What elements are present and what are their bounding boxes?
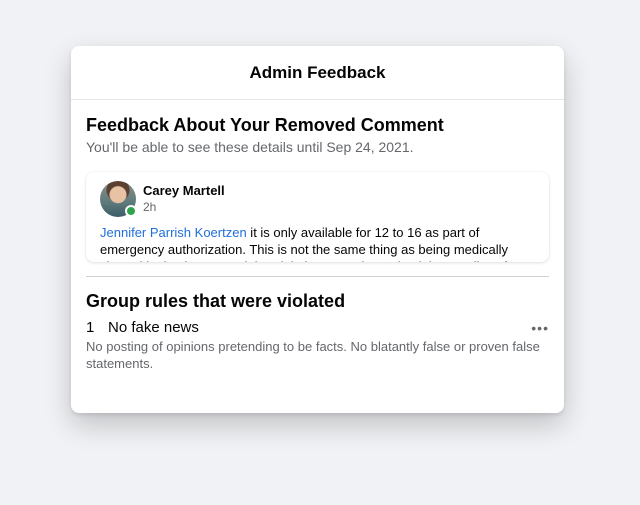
rule-row: 1 No fake news ••• <box>86 319 549 336</box>
dialog-header: Admin Feedback <box>71 46 564 100</box>
rule-title: No fake news <box>108 319 199 336</box>
rule-title-wrap: 1 No fake news <box>86 319 199 336</box>
rule-description: No posting of opinions pretending to be … <box>86 339 540 371</box>
comment-timestamp[interactable]: 2h <box>143 199 225 215</box>
removed-comment-card: Carey Martell 2h Jennifer Parrish Koertz… <box>86 172 549 262</box>
more-horizontal-icon[interactable]: ••• <box>531 321 549 335</box>
comment-body: Jennifer Parrish Koertzen it is only ava… <box>100 224 535 262</box>
comment-header: Carey Martell 2h <box>100 181 535 217</box>
mention-link[interactable]: Jennifer Parrish Koertzen <box>100 225 247 240</box>
rules-heading: Group rules that were violated <box>86 291 346 311</box>
feedback-subtext: You'll be able to see these details unti… <box>86 139 414 155</box>
dialog-title: Admin Feedback <box>249 62 386 82</box>
rule-number: 1 <box>86 319 95 336</box>
feedback-section: Feedback About Your Removed Comment You'… <box>71 100 564 262</box>
admin-feedback-dialog: Admin Feedback Feedback About Your Remov… <box>71 46 564 413</box>
feedback-heading: Feedback About Your Removed Comment <box>86 115 444 135</box>
comment-author[interactable]: Carey Martell <box>143 183 225 199</box>
author-block: Carey Martell 2h <box>143 183 225 215</box>
rules-section: Group rules that were violated 1 No fake… <box>71 277 564 372</box>
rule-item: 1 No fake news ••• No posting of opinion… <box>86 319 549 372</box>
avatar[interactable] <box>100 181 137 217</box>
online-status-icon <box>125 205 137 217</box>
